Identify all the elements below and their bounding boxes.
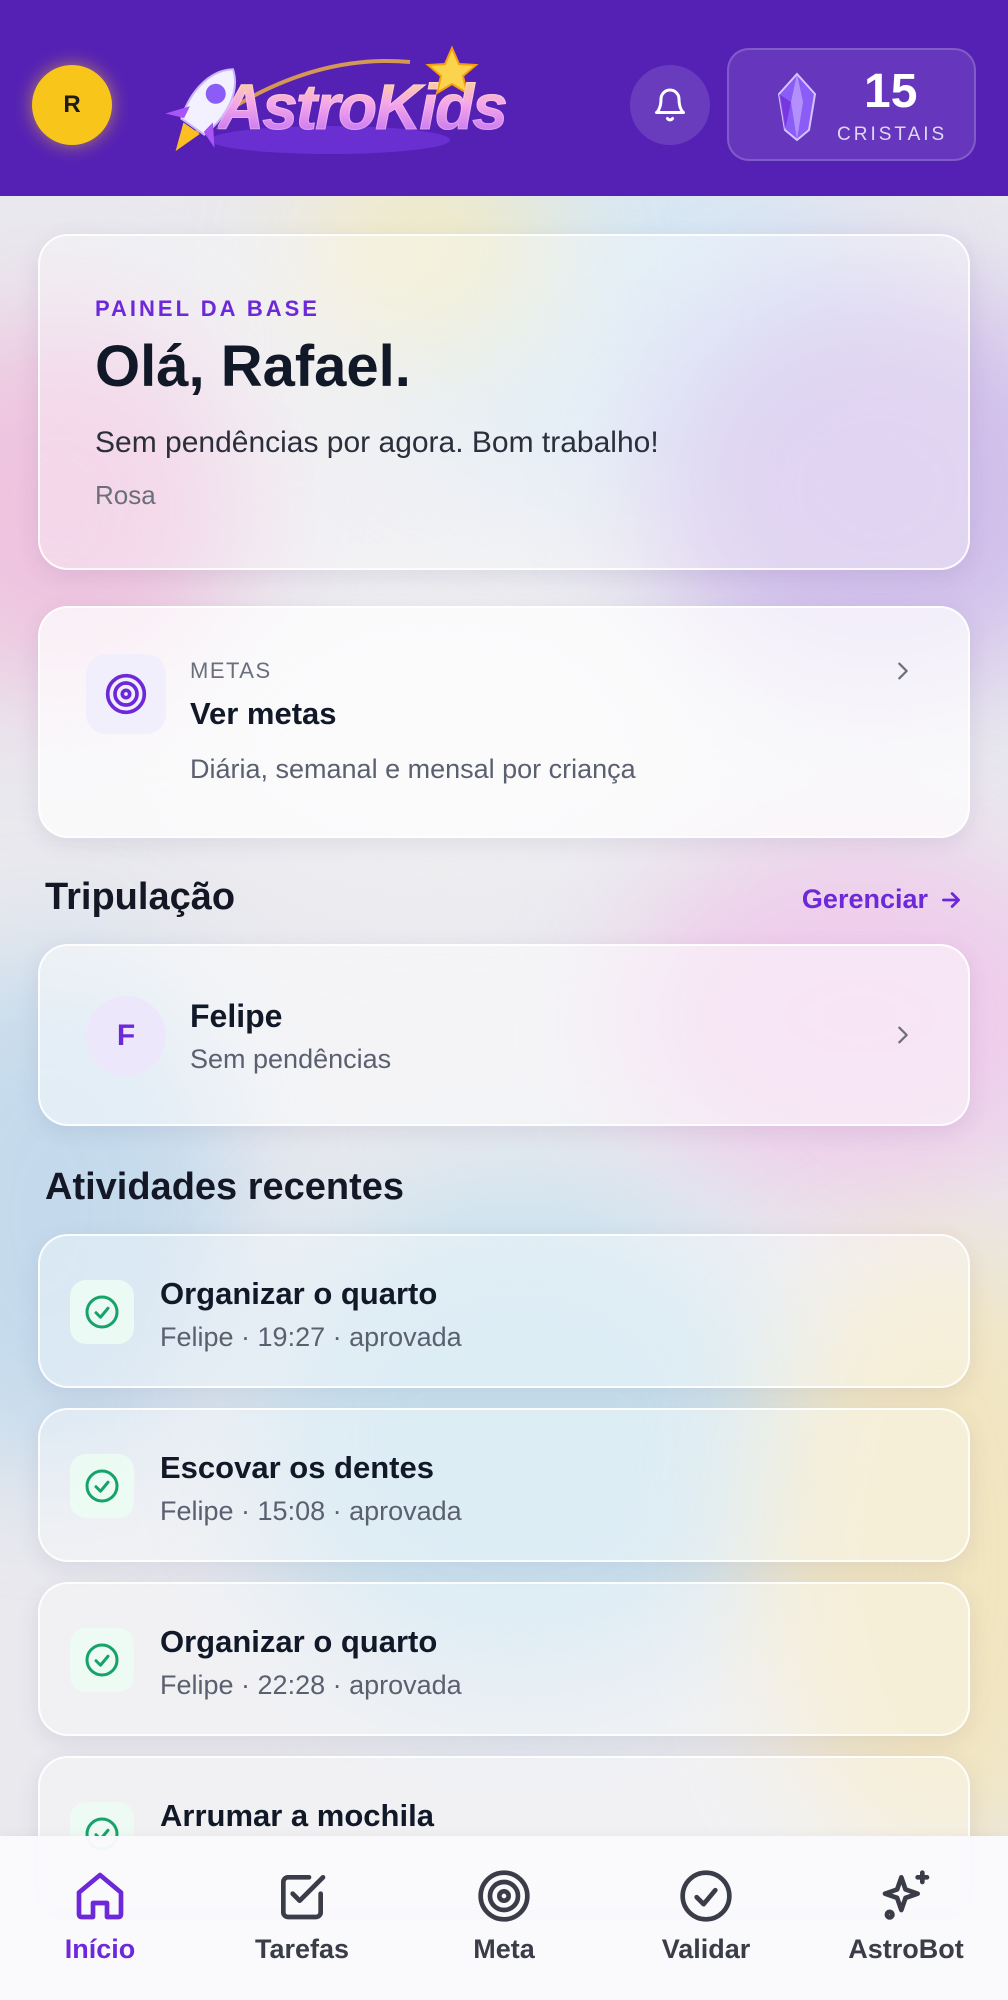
activity-icon-box (70, 1280, 134, 1344)
user-avatar[interactable]: R (32, 65, 112, 145)
activity-subtitle: Felipe · 22:28 · aprovada (160, 1670, 462, 1700)
activity-title: Escovar os dentes (160, 1450, 434, 1485)
activity-item[interactable]: Escovar os dentes Felipe · 15:08 · aprov… (38, 1408, 970, 1562)
target-icon (105, 673, 147, 715)
arrow-right-icon (942, 891, 960, 908)
nav-item-astrobot[interactable]: AstroBot (826, 1866, 986, 1965)
welcome-eyebrow: PAINEL DA BASE (95, 296, 320, 321)
welcome-meta: Rosa (95, 480, 156, 510)
crew-member-avatar: F (86, 996, 166, 1076)
goals-title: Ver metas (190, 696, 337, 731)
checkbox-icon (281, 1875, 326, 1920)
activity-item[interactable]: Organizar o quarto Felipe · 22:28 · apro… (38, 1582, 970, 1736)
activity-subtitle: Felipe · 15:08 · aprovada (160, 1496, 462, 1526)
nav-label: AstroBot (848, 1934, 964, 1964)
welcome-card: PAINEL DA BASE Olá, Rafael. Sem pendênci… (38, 234, 970, 570)
crystal-label: CRISTAIS (837, 124, 948, 145)
nav-item-goal[interactable]: Meta (424, 1866, 584, 1965)
goals-card[interactable]: METAS Ver metas Diária, semanal e mensal… (38, 606, 970, 838)
home-icon (76, 1872, 124, 1920)
chevron-right-icon (898, 662, 908, 680)
app-header: R AstroKids 15 CRISTAIS (0, 0, 1008, 196)
check-circle-icon (85, 1469, 119, 1503)
activity-title: Arrumar a mochila (160, 1798, 434, 1833)
nav-item-tasks[interactable]: Tarefas (222, 1866, 382, 1965)
activity-icon-box (70, 1628, 134, 1692)
crew-member-status: Sem pendências (190, 1044, 392, 1074)
recent-heading: Atividades recentes (45, 1166, 405, 1208)
nav-label: Validar (661, 1934, 751, 1964)
activity-icon-box (70, 1454, 134, 1518)
welcome-title: Olá, Rafael. (95, 334, 411, 399)
logo-wordmark: AstroKids (218, 71, 509, 144)
goals-kicker: METAS (190, 658, 272, 683)
crystal-count: 15 (864, 65, 918, 118)
crew-member-initial: F (116, 1019, 136, 1052)
manage-crew-link[interactable]: Gerenciar (802, 884, 964, 915)
sparkles-icon (882, 1870, 930, 1920)
activity-title: Organizar o quarto (160, 1624, 438, 1659)
crystal-balance[interactable]: 15 CRISTAIS (727, 48, 976, 161)
bottom-navigation: Início Tarefas Meta Validar AstroBot (0, 1836, 1008, 2000)
nav-label: Início (64, 1934, 136, 1964)
activity-subtitle: Felipe · 19:27 · aprovada (160, 1322, 462, 1352)
check-circle-icon (85, 1295, 119, 1329)
astrokids-logo: AstroKids (150, 42, 510, 162)
goals-description: Diária, semanal e mensal por criança (190, 754, 636, 784)
crew-member-name: Felipe (190, 998, 283, 1034)
avatar-initial: R (63, 91, 81, 118)
welcome-subtitle: Sem pendências por agora. Bom trabalho! (95, 426, 659, 459)
target-icon (478, 1870, 530, 1922)
check-circle-icon (680, 1870, 732, 1922)
crew-heading: Tripulação (45, 876, 236, 918)
activity-item[interactable]: Organizar o quarto Felipe · 19:27 · apro… (38, 1234, 970, 1388)
check-circle-icon (85, 1643, 119, 1677)
bell-icon (655, 88, 685, 122)
goals-icon-box (86, 654, 166, 734)
activity-title: Organizar o quarto (160, 1276, 438, 1311)
nav-label: Meta (473, 1934, 535, 1964)
chevron-right-icon (898, 1026, 908, 1044)
crew-member-card[interactable]: F Felipe Sem pendências (38, 944, 970, 1126)
nav-item-validate[interactable]: Validar (626, 1866, 786, 1965)
manage-label: Gerenciar (801, 884, 928, 914)
crystal-icon (777, 72, 817, 142)
nav-item-home[interactable]: Início (20, 1866, 180, 1965)
nav-label: Tarefas (254, 1934, 350, 1964)
main-content: PAINEL DA BASE Olá, Rafael. Sem pendênci… (0, 196, 1008, 1910)
notifications-button[interactable] (630, 65, 710, 145)
